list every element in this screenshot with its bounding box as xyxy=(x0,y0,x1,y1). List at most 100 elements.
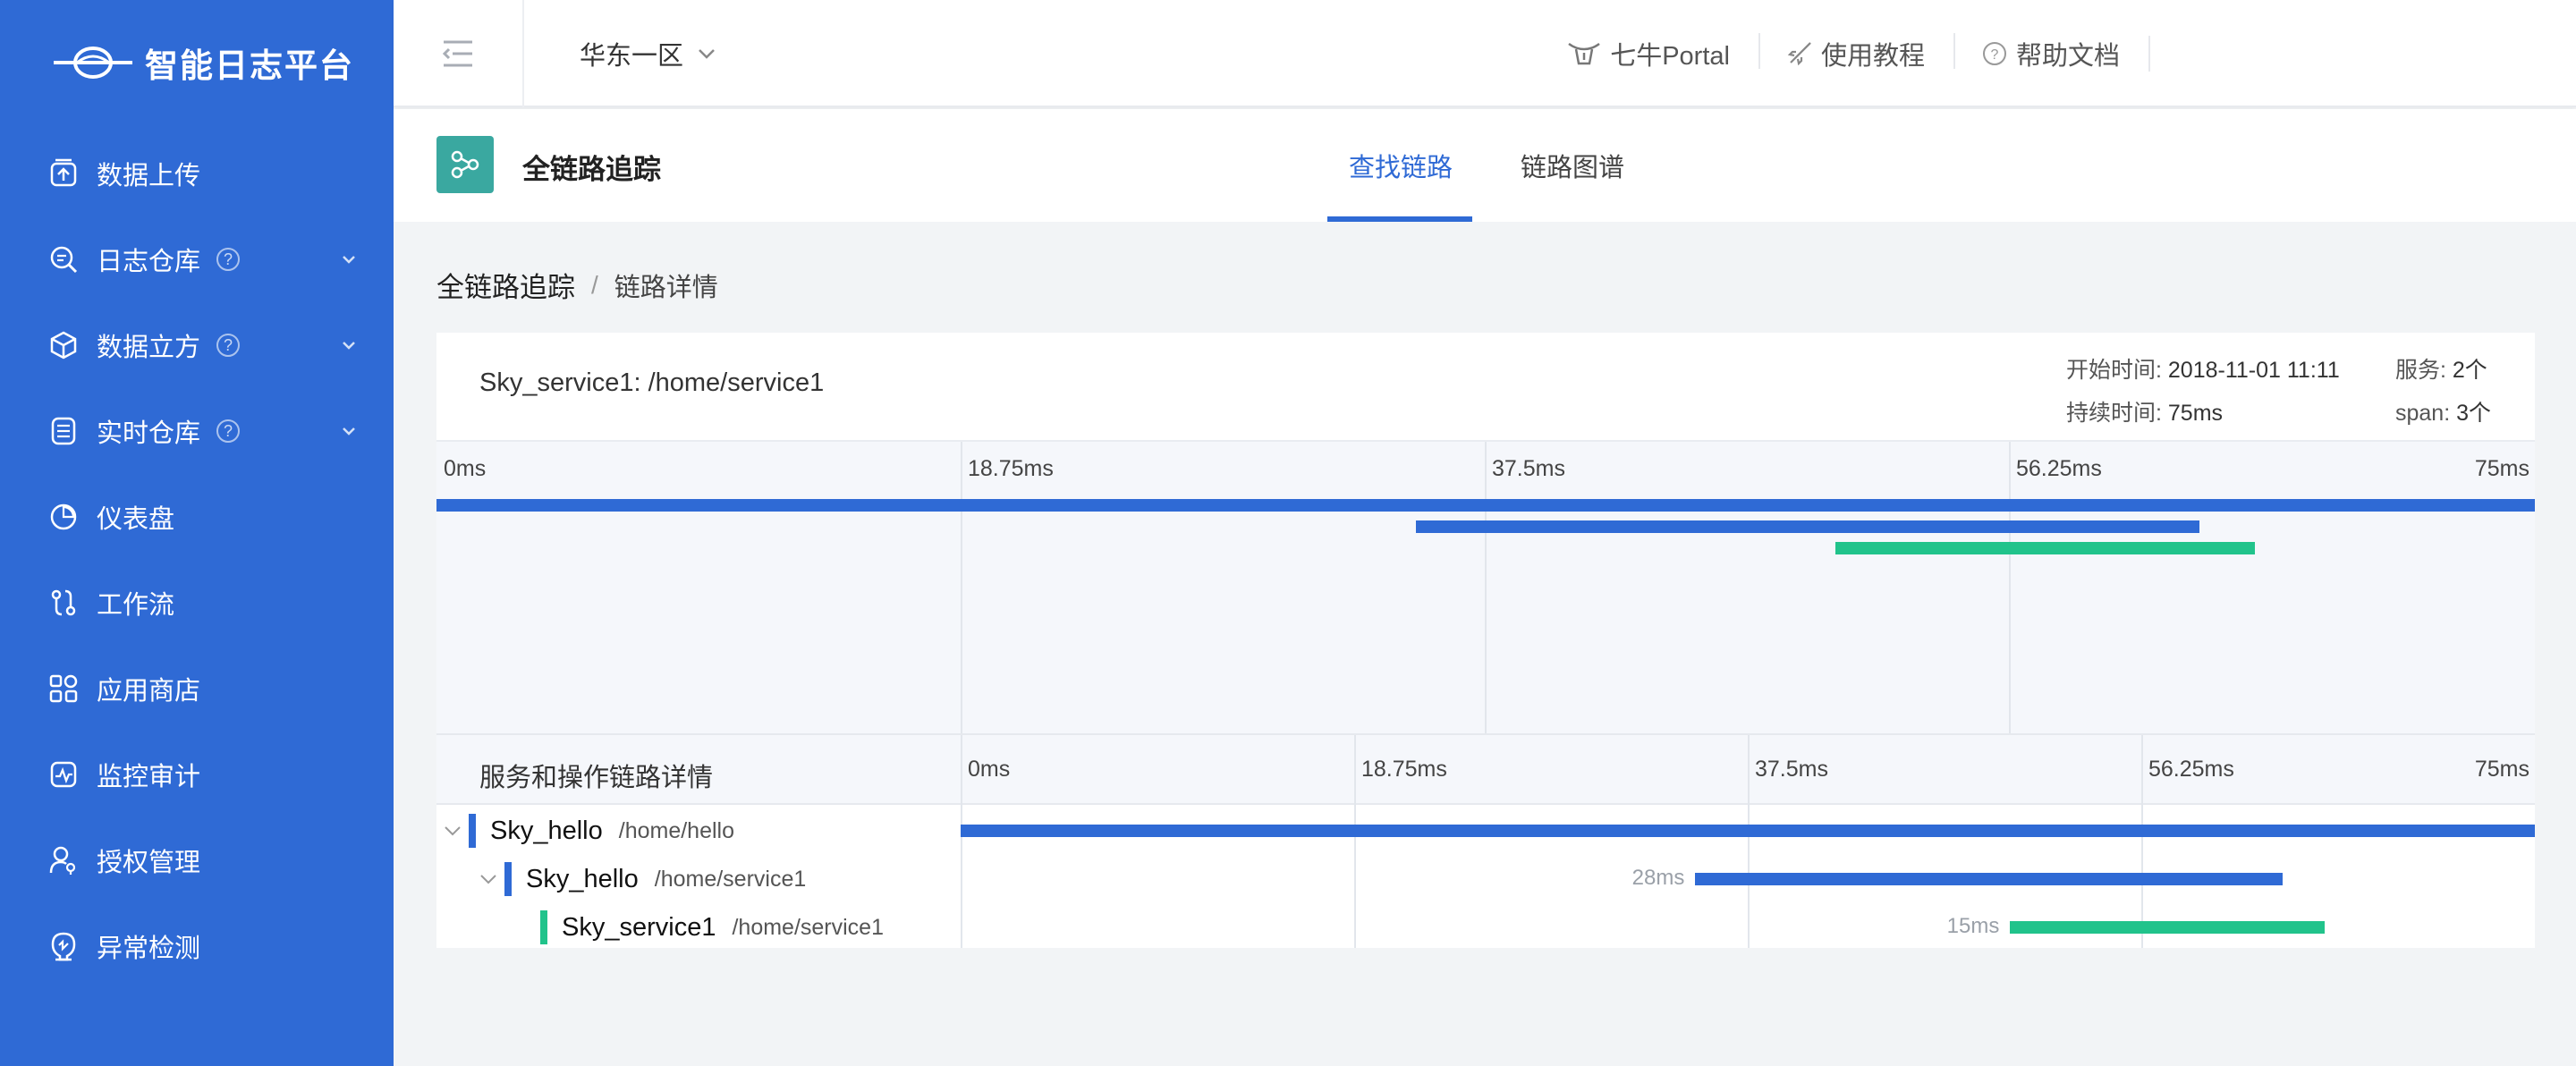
detail-tick-label: 18.75ms xyxy=(1361,757,1447,782)
tutorial-link[interactable]: 使用教程 xyxy=(1758,33,1953,72)
chevron-down-icon[interactable] xyxy=(444,822,462,840)
chevron-down-icon[interactable] xyxy=(340,336,358,354)
detail-tick-label: 37.5ms xyxy=(1755,757,1828,782)
trace-summary: Sky_service1: /home/service1 开始时间: 2018-… xyxy=(436,333,2535,440)
timeline-overview[interactable]: 0ms 18.75ms 37.5ms 56.25ms 75ms xyxy=(436,440,2535,733)
sidebar-item-label: 应用商店 xyxy=(97,677,201,706)
gridline xyxy=(2141,735,2143,805)
overview-tick-label: 37.5ms xyxy=(1492,456,1565,481)
span-row[interactable]: Sky_service1/home/service1 xyxy=(436,903,961,952)
sidebar-item-label: 日志仓库 xyxy=(97,248,201,276)
sidebar-item-label: 监控审计 xyxy=(97,763,201,791)
start-time: 开始时间: 2018-11-01 11:11 xyxy=(2066,352,2340,385)
breadcrumb-current: 链路详情 xyxy=(614,273,718,302)
service-count-value: 2个 xyxy=(2452,358,2487,383)
brand-name: 智能日志平台 xyxy=(145,47,354,84)
sidebar-item-5[interactable]: 工作流 xyxy=(0,560,394,646)
span-color-marker xyxy=(504,862,512,896)
duration-value: 75ms xyxy=(2167,401,2224,426)
start-time-label: 开始时间: xyxy=(2066,358,2162,383)
anomaly-icon xyxy=(48,931,79,961)
dashboard-icon xyxy=(48,502,79,532)
chevron-down-icon xyxy=(699,49,715,59)
overview-span-bar xyxy=(1835,542,2256,554)
top-header: 华东一区 七牛Portal 使用教程 ? 帮助文档 xyxy=(394,0,2576,107)
overview-tick-label: 0ms xyxy=(444,456,487,481)
header-links: 七牛Portal 使用教程 ? 帮助文档 xyxy=(1538,0,2508,107)
monitor-icon xyxy=(48,759,79,790)
help-icon[interactable]: ? xyxy=(216,248,241,271)
trace-graph-icon xyxy=(451,150,479,179)
sidebar-item-7[interactable]: 监控审计 xyxy=(0,732,394,817)
sidebar-item-6[interactable]: 应用商店 xyxy=(0,646,394,732)
overview-span-bar xyxy=(1415,520,2199,533)
span-row[interactable]: Sky_hello/home/service1 xyxy=(436,855,961,903)
span-detail-header: 服务和操作链路详情 0ms 18.75ms 37.5ms 56.25ms 75ms xyxy=(436,733,2535,805)
sidebar-nav: 数据上传 日志仓库? 数据立方? 实时仓库? 仪表盘 工作流 应用商店 监控审计 授权管理 异常检… xyxy=(0,131,394,989)
upload-icon xyxy=(48,158,79,189)
sidebar-item-1[interactable]: 日志仓库? xyxy=(0,216,394,302)
log-search-icon xyxy=(48,244,79,275)
help-icon[interactable]: ? xyxy=(216,419,241,443)
menu-toggle-button[interactable] xyxy=(394,0,524,107)
cube-icon xyxy=(48,330,79,360)
sidebar-item-label: 数据立方 xyxy=(97,334,201,362)
overview-tick-label: 56.25ms xyxy=(2016,456,2102,481)
svg-text:?: ? xyxy=(1991,47,1999,63)
trace-title: Sky_service1: /home/service1 xyxy=(479,368,825,397)
help-docs-label: 帮助文档 xyxy=(2015,42,2120,71)
tab-find-trace[interactable]: 查找链路 xyxy=(1349,109,1453,222)
chevron-down-icon[interactable] xyxy=(340,250,358,268)
span-rows: Sky_hello/home/hello Sky_hello/home/servi… xyxy=(436,805,2535,948)
sidebar-item-4[interactable]: 仪表盘 xyxy=(0,474,394,560)
span-bar[interactable] xyxy=(1695,873,2284,885)
chevron-down-icon[interactable] xyxy=(479,870,497,888)
gridline xyxy=(2009,442,2011,733)
region-select[interactable]: 华东一区 xyxy=(580,0,716,107)
help-docs-link[interactable]: ? 帮助文档 xyxy=(1953,33,2148,72)
detail-tick-label: 56.25ms xyxy=(2148,757,2234,782)
service-count: 服务: 2个 xyxy=(2395,352,2487,385)
sidebar-item-3[interactable]: 实时仓库? xyxy=(0,388,394,474)
span-count-value: 3个 xyxy=(2456,401,2492,426)
logo-icon xyxy=(54,47,132,79)
breadcrumb-root[interactable]: 全链路追踪 xyxy=(436,265,575,305)
sidebar-item-label: 授权管理 xyxy=(97,849,201,877)
duration: 持续时间: 75ms xyxy=(2066,395,2223,427)
help-icon[interactable]: ? xyxy=(216,334,241,357)
span-count-label: span: xyxy=(2395,401,2451,426)
span-row[interactable]: Sky_hello/home/hello xyxy=(436,807,961,855)
chevron-down-icon[interactable] xyxy=(340,422,358,440)
user-area[interactable] xyxy=(2150,0,2508,107)
span-service-name: Sky_hello xyxy=(526,864,639,893)
span-service-name: Sky_hello xyxy=(490,816,603,845)
span-color-marker xyxy=(469,814,476,848)
span-bar[interactable] xyxy=(2010,921,2326,934)
portal-link[interactable]: 七牛Portal xyxy=(1538,35,1758,72)
sidebar-item-8[interactable]: 授权管理 xyxy=(0,817,394,903)
brand[interactable]: 智能日志平台 xyxy=(0,0,394,125)
overview-tick-label: 75ms xyxy=(2474,456,2529,481)
sidebar-item-2[interactable]: 数据立方? xyxy=(0,302,394,388)
portal-label: 七牛Portal xyxy=(1610,42,1730,71)
span-count: span: 3个 xyxy=(2395,395,2491,427)
gridline xyxy=(1354,735,1356,805)
sidebar-item-9[interactable]: 异常检测 xyxy=(0,903,394,989)
gridline xyxy=(961,735,962,805)
module-title: 全链路追踪 xyxy=(522,154,661,185)
sidebar-item-0[interactable]: 数据上传 xyxy=(0,131,394,216)
gridline xyxy=(1485,442,1487,733)
span-operation: /home/service1 xyxy=(732,914,884,940)
portal-icon xyxy=(1568,42,1600,65)
tab-trace-graph[interactable]: 链路图谱 xyxy=(1521,109,1624,222)
span-duration-label: 15ms xyxy=(1946,914,2000,938)
overview-tick-label: 18.75ms xyxy=(968,456,1054,481)
workflow-icon xyxy=(48,588,79,618)
breadcrumb-separator: / xyxy=(591,270,598,299)
apps-icon xyxy=(48,673,79,704)
span-operation: /home/hello xyxy=(618,817,734,843)
database-icon xyxy=(48,416,79,446)
sidebar-item-label: 仪表盘 xyxy=(97,505,175,534)
span-bar[interactable] xyxy=(961,825,2535,837)
start-time-value: 2018-11-01 11:11 xyxy=(2167,358,2340,383)
